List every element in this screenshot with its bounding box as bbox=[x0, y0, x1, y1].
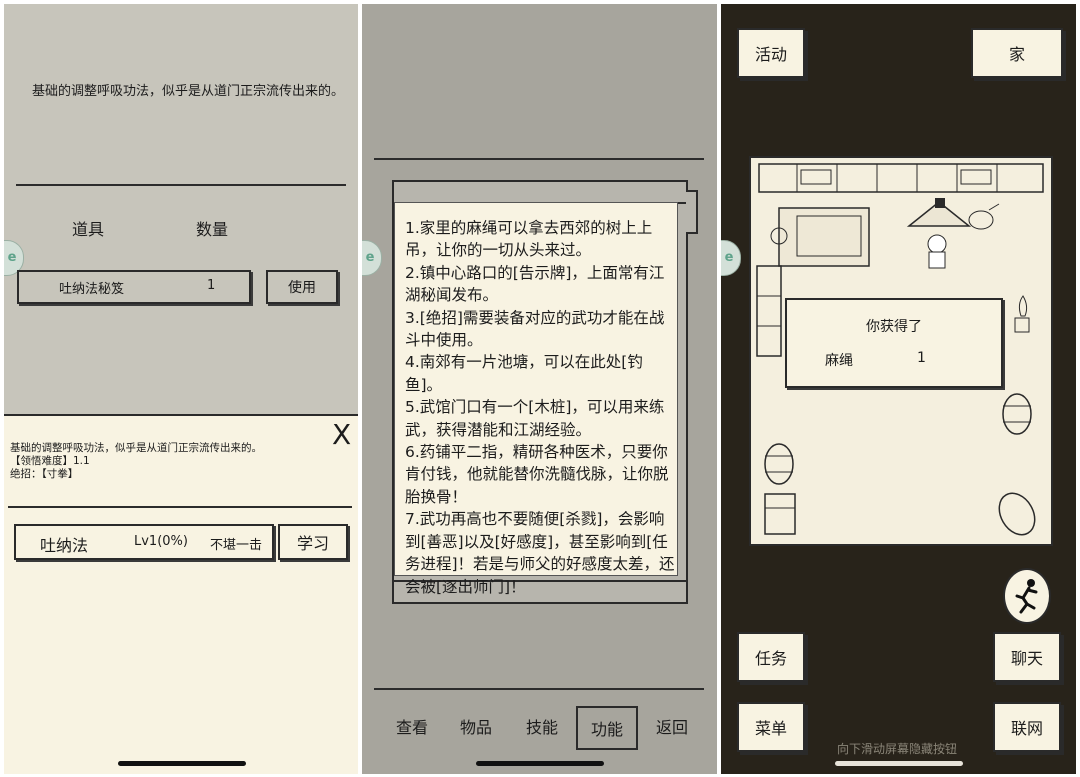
home-indicator bbox=[835, 761, 963, 766]
tip-item: 6.药铺平二指，精研各种医术，只要你肯付钱，他就能替你洗髓伐脉，让你脱胎换骨！ bbox=[405, 443, 669, 506]
popup-item-count: 1 bbox=[917, 350, 926, 366]
tip-item: 7.武功再高也不要随便[杀戮]，会影响到[善恶]以及[好感度]，甚至影响到[任务… bbox=[405, 510, 675, 596]
tab-view[interactable]: 查看 bbox=[382, 704, 442, 748]
skill-special-move: 绝招：【寸拳】 bbox=[10, 468, 79, 480]
tip-item: 1.家里的麻绳可以拿去西郊的树上上吊，让你的一切从头来过。 bbox=[405, 219, 653, 260]
skill-detail-sheet: X 基础的调整呼吸功法，似乎是从道门正宗流传出来的。 【领悟难度】1.1 绝招：… bbox=[4, 414, 358, 774]
tips-screen: e 1.家里的麻绳可以拿去西郊的树上上吊，让你的一切从头来过。 2.镇中心路口的… bbox=[362, 4, 717, 774]
item-column-header: 道具 bbox=[72, 220, 105, 239]
learn-button[interactable]: 学习 bbox=[278, 524, 348, 560]
side-handle-tab[interactable]: e bbox=[721, 240, 741, 276]
menu-button[interactable]: 菜单 bbox=[737, 702, 805, 752]
tip-item: 2.镇中心路口的[告示牌]，上面常有江湖秘闻发布。 bbox=[405, 263, 665, 305]
divider bbox=[374, 158, 704, 160]
run-toggle-button[interactable] bbox=[1003, 568, 1051, 624]
popup-item-name: 麻绳 bbox=[825, 353, 853, 369]
activity-button[interactable]: 活动 bbox=[737, 28, 805, 78]
item-quantity: 1 bbox=[207, 278, 216, 293]
skill-info: 基础的调整呼吸功法，似乎是从道门正宗流传出来的。 【领悟难度】1.1 绝招：【寸… bbox=[10, 442, 262, 481]
divider bbox=[374, 688, 704, 690]
tab-skills[interactable]: 技能 bbox=[512, 704, 572, 748]
house-screen: 活动 家 e 你获得了 麻绳 1 任务 聊天 菜单 联网 向下滑动屏幕隐藏按钮 bbox=[721, 4, 1076, 774]
skill-level: Lv1(0%) bbox=[134, 534, 188, 549]
scroll-top-bar bbox=[394, 182, 686, 204]
item-description: 基础的调整呼吸功法，似乎是从道门正宗流传出来的。 bbox=[32, 84, 345, 99]
running-figure-icon bbox=[1015, 579, 1038, 614]
home-indicator bbox=[476, 761, 604, 766]
tip-item: 3.[绝招]需要装备对应的武功才能在战斗中使用。 bbox=[405, 308, 665, 350]
skill-name: 吐纳法 bbox=[40, 536, 89, 555]
use-button[interactable]: 使用 bbox=[266, 270, 338, 304]
tasks-button[interactable]: 任务 bbox=[737, 632, 805, 682]
tab-back[interactable]: 返回 bbox=[642, 704, 702, 748]
tab-items[interactable]: 物品 bbox=[446, 704, 506, 748]
side-handle-tab[interactable]: e bbox=[362, 240, 382, 276]
divider bbox=[16, 184, 346, 186]
quantity-column-header: 数量 bbox=[196, 220, 229, 239]
skill-info-description: 基础的调整呼吸功法，似乎是从道门正宗流传出来的。 bbox=[10, 442, 262, 454]
item-screen: 基础的调整呼吸功法，似乎是从道门正宗流传出来的。 道具 数量 e 吐纳法秘笈 1… bbox=[4, 4, 358, 774]
chat-button[interactable]: 聊天 bbox=[993, 632, 1061, 682]
skill-difficulty: 【领悟难度】1.1 bbox=[10, 455, 90, 467]
skill-row[interactable]: 吐纳法 Lv1(0%) 不堪一击 bbox=[14, 524, 274, 560]
tab-functions[interactable]: 功能 bbox=[576, 706, 638, 750]
popup-title: 你获得了 bbox=[866, 319, 922, 335]
home-button[interactable]: 家 bbox=[971, 28, 1063, 78]
tip-item: 4.南郊有一片池塘，可以在此处[钓鱼]。 bbox=[405, 353, 643, 394]
hide-buttons-hint: 向下滑动屏幕隐藏按钮 bbox=[837, 742, 958, 756]
skill-rating: 不堪一击 bbox=[210, 538, 263, 553]
item-row[interactable]: 吐纳法秘笈 1 bbox=[17, 270, 251, 304]
bed-icon bbox=[770, 207, 870, 267]
scroll-tab-edge bbox=[686, 190, 698, 234]
tip-item: 5.武馆门口有一个[木桩]，可以用来练武，获得潜能和江湖经验。 bbox=[405, 398, 665, 439]
network-button[interactable]: 联网 bbox=[993, 702, 1061, 752]
divider bbox=[8, 506, 352, 508]
item-obtained-popup[interactable]: 你获得了 麻绳 1 bbox=[785, 298, 1003, 388]
item-name: 吐纳法秘笈 bbox=[59, 282, 125, 297]
tips-list[interactable]: 1.家里的麻绳可以拿去西郊的树上上吊，让你的一切从头来过。 2.镇中心路口的[告… bbox=[394, 202, 678, 596]
home-indicator bbox=[118, 761, 246, 766]
close-icon[interactable]: X bbox=[332, 420, 351, 450]
